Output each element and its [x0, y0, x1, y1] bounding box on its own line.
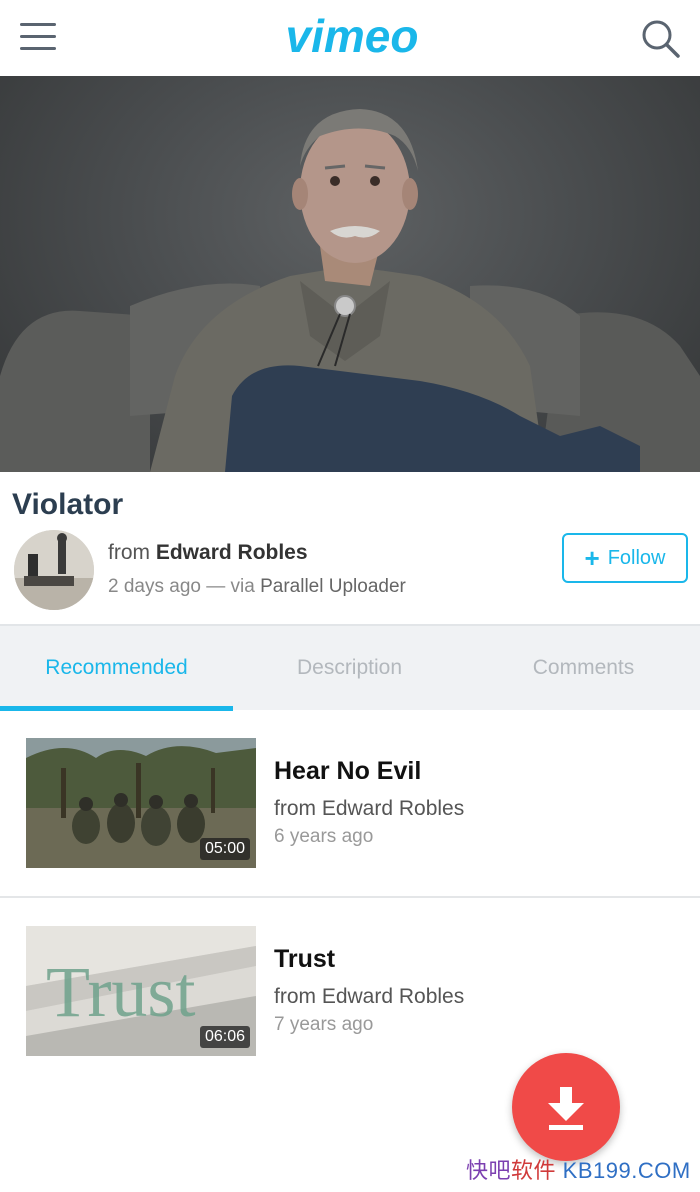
tab-description[interactable]: Description	[233, 626, 466, 710]
download-button[interactable]	[512, 1053, 620, 1161]
hamburger-menu-icon[interactable]	[18, 20, 58, 54]
author-avatar[interactable]	[14, 530, 94, 610]
item-title: Hear No Evil	[274, 757, 422, 785]
download-icon	[548, 1087, 584, 1130]
top-app-bar: vimeo	[0, 0, 700, 76]
item-author: from Edward Robles	[274, 985, 465, 1008]
follow-label: Follow	[607, 546, 666, 569]
via-app: Parallel Uploader	[260, 576, 406, 597]
video-player[interactable]	[0, 76, 700, 472]
item-age: 7 years ago	[274, 1014, 374, 1035]
video-frame-image	[0, 109, 700, 472]
author-line: from Edward Robles	[108, 541, 308, 565]
video-thumbnail[interactable]: 05:00	[26, 738, 256, 868]
via-prefix: via	[230, 576, 255, 597]
duration-badge: 06:06	[199, 1026, 250, 1048]
svg-text:Trust: Trust	[46, 952, 195, 1032]
svg-text:vimeo: vimeo	[286, 10, 419, 62]
vimeo-logo[interactable]: vimeo	[270, 6, 434, 66]
upload-meta: 2 days ago — via Parallel Uploader	[108, 576, 406, 598]
list-item[interactable]: 05:00 Hear No Evil from Edward Robles 6 …	[0, 710, 700, 898]
watermark-text: 快吧软件 KB199.COM	[466, 1158, 691, 1183]
tab-comments[interactable]: Comments	[467, 626, 700, 710]
item-author: from Edward Robles	[274, 797, 465, 820]
via-separator: —	[206, 576, 226, 597]
author-name-link[interactable]: Edward Robles	[156, 541, 308, 564]
tab-recommended[interactable]: Recommended	[0, 626, 233, 710]
video-thumbnail[interactable]: Trust 06:06	[26, 926, 256, 1056]
follow-button[interactable]: + Follow	[562, 533, 688, 583]
upload-age: 2 days ago	[108, 576, 201, 597]
item-title: Trust	[274, 945, 336, 973]
item-age: 6 years ago	[274, 826, 374, 847]
search-icon[interactable]	[638, 16, 682, 60]
tab-bar: Recommended Description Comments	[0, 624, 700, 711]
video-title: Violator	[12, 488, 124, 521]
from-prefix: from	[108, 541, 150, 564]
plus-icon: +	[584, 543, 600, 573]
duration-badge: 05:00	[199, 838, 250, 860]
